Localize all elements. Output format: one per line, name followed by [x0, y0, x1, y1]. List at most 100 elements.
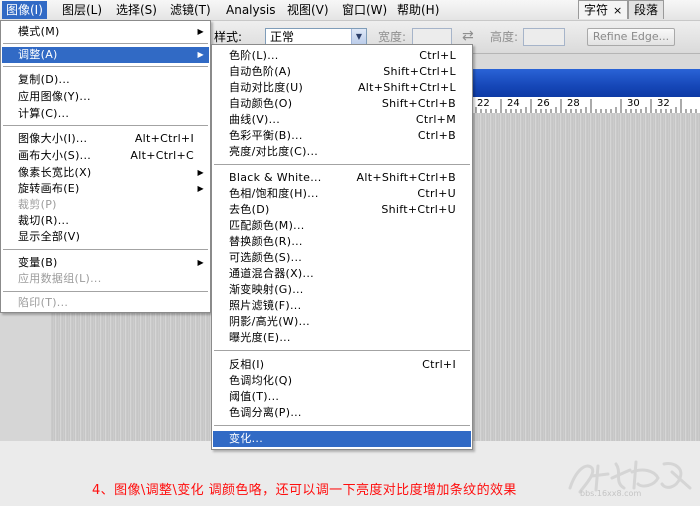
menu-item-shortcut: Shift+Ctrl+U: [381, 203, 456, 216]
menu-item-label: 阴影/高光(W)...: [229, 315, 310, 328]
menu-view[interactable]: 视图(V): [283, 1, 333, 19]
chevron-down-icon: ▼: [351, 29, 366, 45]
menu-filter[interactable]: 滤镜(T): [166, 1, 215, 19]
menu-analysis[interactable]: Analysis: [222, 1, 279, 19]
menu-bar: 图像(I) 图层(L) 选择(S) 滤镜(T) Analysis 视图(V) 窗…: [0, 0, 700, 21]
menu-item-apply-data-set: 应用数据组(L)...: [2, 271, 209, 287]
menu-item-selective-color[interactable]: 可选颜色(S)...: [213, 250, 471, 266]
menu-item-label: 裁剪(P): [18, 198, 57, 211]
menu-window[interactable]: 窗口(W): [338, 1, 391, 19]
swap-icon[interactable]: ⇄: [462, 28, 474, 44]
menu-item-exposure[interactable]: 曝光度(E)...: [213, 330, 471, 346]
menu-item-label: 照片滤镜(F)...: [229, 299, 302, 312]
menu-item-label: 画布大小(S)...: [18, 149, 92, 162]
menu-item-shortcut: Ctrl+M: [415, 113, 456, 126]
menu-item-calculations[interactable]: 计算(C)...: [2, 106, 209, 122]
menu-item-match-color[interactable]: 匹配颜色(M)...: [213, 218, 471, 234]
menu-item-shortcut: Ctrl+U: [417, 187, 456, 200]
menu-item-posterize[interactable]: 色调分离(P)...: [213, 405, 471, 421]
menu-item-trap: 陷印(T)...: [2, 295, 209, 311]
menu-item-label: 渐变映射(G)...: [229, 283, 304, 296]
tab-character-label: 字符: [584, 3, 609, 17]
menu-item-rotate-canvas[interactable]: 旋转画布(E) ▶: [2, 181, 209, 197]
menu-item-hue-saturation[interactable]: 色相/饱和度(H)... Ctrl+U: [213, 186, 471, 202]
menu-item-auto-contrast[interactable]: 自动对比度(U) Alt+Shift+Ctrl+L: [213, 80, 471, 96]
menu-item-label: 曝光度(E)...: [229, 331, 291, 344]
menu-item-levels[interactable]: 色阶(L)... Ctrl+L: [213, 48, 471, 64]
menu-item-apply-image[interactable]: 应用图像(Y)...: [2, 89, 209, 105]
menu-item-label: Black & White...: [229, 171, 322, 184]
menu-item-label: 图像大小(I)...: [18, 132, 88, 145]
height-input[interactable]: [523, 28, 565, 46]
menu-select[interactable]: 选择(S): [112, 1, 161, 19]
menu-layer[interactable]: 图层(L): [58, 1, 106, 19]
menu-item-label: 自动对比度(U): [229, 81, 304, 94]
menu-help[interactable]: 帮助(H): [393, 1, 443, 19]
menu-divider: [214, 164, 470, 166]
menu-item-shortcut: Shift+Ctrl+B: [381, 97, 456, 110]
menu-item-pixel-aspect[interactable]: 像素长宽比(X) ▶: [2, 165, 209, 181]
menu-item-label: 应用图像(Y)...: [18, 90, 91, 103]
menu-item-adjust[interactable]: 调整(A) ▶: [2, 47, 209, 63]
tab-character[interactable]: 字符 ×: [578, 0, 629, 19]
menu-item-equalize[interactable]: 色调均化(Q): [213, 373, 471, 389]
menu-item-canvas-size[interactable]: 画布大小(S)... Alt+Ctrl+C: [2, 148, 209, 164]
menu-item-mode[interactable]: 模式(M) ▶: [2, 24, 209, 40]
menu-item-auto-color[interactable]: 自动颜色(O) Shift+Ctrl+B: [213, 96, 471, 112]
menu-divider: [3, 125, 208, 127]
width-label: 宽度:: [378, 30, 407, 44]
adjust-submenu: 色阶(L)... Ctrl+L 自动色阶(A) Shift+Ctrl+L 自动对…: [211, 44, 473, 450]
submenu-arrow-icon: ▶: [197, 50, 204, 59]
menu-item-variables[interactable]: 变量(B) ▶: [2, 255, 209, 271]
menu-item-gradient-map[interactable]: 渐变映射(G)...: [213, 282, 471, 298]
menu-item-black-white[interactable]: Black & White... Alt+Shift+Ctrl+B: [213, 170, 471, 186]
menu-item-invert[interactable]: 反相(I) Ctrl+I: [213, 357, 471, 373]
menu-item-label: 匹配颜色(M)...: [229, 219, 305, 232]
ruler-label: 28: [567, 98, 580, 109]
menu-item-color-balance[interactable]: 色彩平衡(B)... Ctrl+B: [213, 128, 471, 144]
menu-item-auto-levels[interactable]: 自动色阶(A) Shift+Ctrl+L: [213, 64, 471, 80]
menu-item-photo-filter[interactable]: 照片滤镜(F)...: [213, 298, 471, 314]
close-icon[interactable]: ×: [613, 4, 622, 17]
menu-item-reveal-all[interactable]: 显示全部(V): [2, 229, 209, 245]
menu-item-shortcut: Alt+Ctrl+C: [130, 149, 194, 162]
menu-item-label: 色相/饱和度(H)...: [229, 187, 319, 200]
ruler-label: 24: [507, 98, 520, 109]
menu-item-label: 陷印(T)...: [18, 296, 69, 309]
menu-item-label: 色彩平衡(B)...: [229, 129, 303, 142]
menu-item-label: 应用数据组(L)...: [18, 272, 102, 285]
refine-edge-button[interactable]: Refine Edge...: [587, 28, 675, 46]
menu-divider: [3, 66, 208, 68]
menu-image[interactable]: 图像(I): [2, 1, 47, 19]
submenu-arrow-icon: ▶: [197, 168, 204, 177]
menu-item-duplicate[interactable]: 复制(D)...: [2, 72, 209, 88]
menu-item-replace-color[interactable]: 替换颜色(R)...: [213, 234, 471, 250]
height-label: 高度:: [490, 30, 519, 44]
menu-item-brightness-contrast[interactable]: 亮度/对比度(C)...: [213, 144, 471, 160]
menu-item-channel-mixer[interactable]: 通道混合器(X)...: [213, 266, 471, 282]
menu-divider: [214, 425, 470, 427]
menu-item-label: 曲线(V)...: [229, 113, 280, 126]
menu-item-shadow-highlight[interactable]: 阴影/高光(W)...: [213, 314, 471, 330]
menu-item-threshold[interactable]: 阈值(T)...: [213, 389, 471, 405]
ruler-label: 22: [477, 98, 490, 109]
menu-item-label: 可选颜色(S)...: [229, 251, 303, 264]
menu-item-shortcut: Shift+Ctrl+L: [383, 65, 456, 78]
menu-item-shortcut: Ctrl+B: [417, 129, 456, 142]
menu-item-curves[interactable]: 曲线(V)... Ctrl+M: [213, 112, 471, 128]
menu-item-desaturate[interactable]: 去色(D) Shift+Ctrl+U: [213, 202, 471, 218]
submenu-arrow-icon: ▶: [197, 258, 204, 267]
canvas-side-panel: [0, 313, 51, 441]
menu-item-label: 色阶(L)...: [229, 49, 279, 62]
tab-paragraph[interactable]: 段落: [628, 0, 665, 19]
menu-item-label: 阈值(T)...: [229, 390, 280, 403]
watermark-text: bbs.16xx8.com: [580, 489, 641, 498]
image-menu: 模式(M) ▶ 调整(A) ▶ 复制(D)... 应用图像(Y)... 计算(C…: [0, 20, 211, 313]
menu-item-variations[interactable]: 变化...: [213, 431, 471, 447]
menu-item-label: 计算(C)...: [18, 107, 70, 120]
menu-item-shortcut: Alt+Ctrl+I: [134, 132, 194, 145]
style-select-value: 正常: [270, 30, 295, 44]
menu-item-trim[interactable]: 裁切(R)...: [2, 213, 209, 229]
menu-item-label: 复制(D)...: [18, 73, 70, 86]
menu-item-image-size[interactable]: 图像大小(I)... Alt+Ctrl+I: [2, 131, 209, 147]
